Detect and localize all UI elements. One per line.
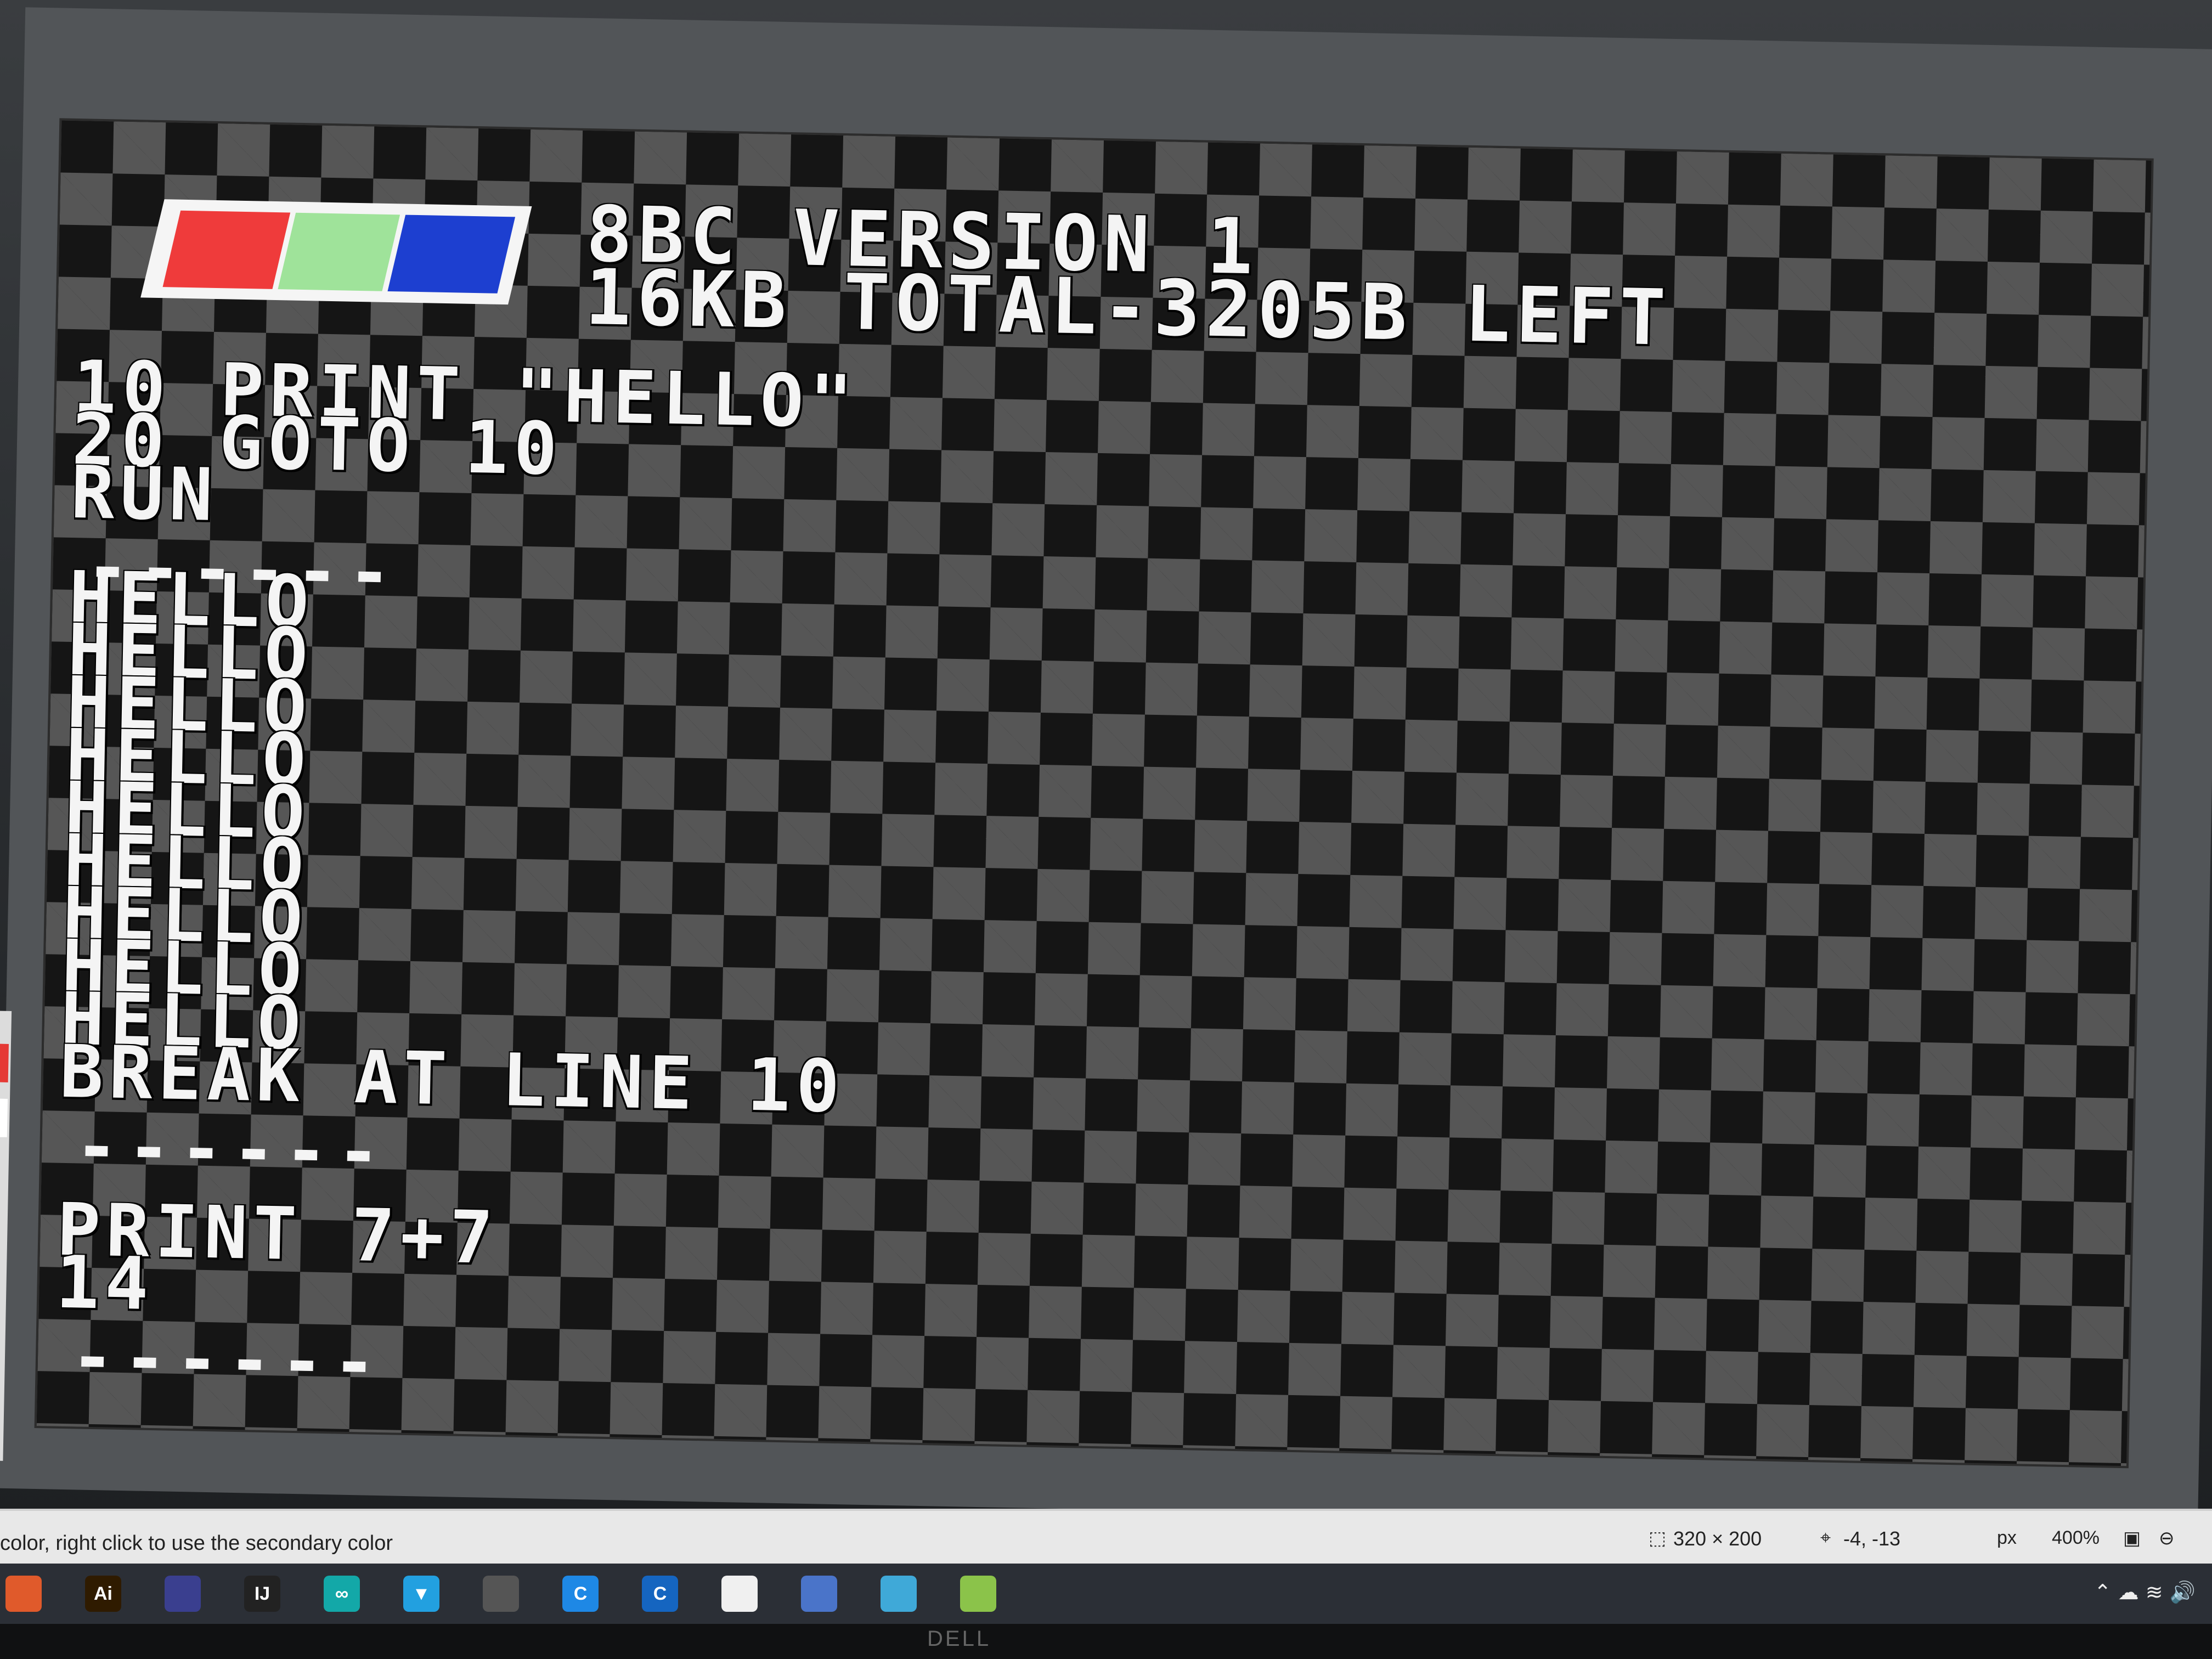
separator-text: ------ (70, 1315, 386, 1406)
monitor-brand: DELL (927, 1627, 991, 1651)
primary-color-swatch[interactable] (0, 1043, 9, 1082)
header-memory: 16KB TOTAL-3205B LEFT (584, 252, 1672, 363)
logo-green-stripe (278, 212, 400, 291)
chrome-canary-icon[interactable]: C (642, 1576, 678, 1612)
separator-text: ------ (74, 1104, 390, 1195)
cloud-icon[interactable]: ☁ (2118, 1580, 2139, 1604)
chevron-up-icon[interactable]: ⌃ (2094, 1580, 2112, 1604)
cursor-icon: ⌖ (1820, 1527, 1831, 1548)
cortana-icon[interactable]: C (562, 1576, 599, 1612)
canvas-size-icon: ⬚ (1649, 1528, 1667, 1549)
volume-icon[interactable]: 🔊 (2170, 1580, 2196, 1604)
fit-view-icon[interactable]: ▣ (2123, 1527, 2141, 1549)
cursor-position: -4, -13 (1843, 1527, 1901, 1550)
app-icon-12[interactable] (881, 1576, 917, 1612)
app-icon-10[interactable] (721, 1576, 758, 1612)
monitor-bezel (0, 1624, 2212, 1659)
canvas-size: 320 × 200 (1673, 1527, 1762, 1550)
app-icon-3[interactable] (165, 1576, 201, 1612)
logo-red-stripe (162, 210, 291, 289)
status-bar: color, right click to use the secondary … (0, 1509, 2212, 1566)
status-hint: color, right click to use the secondary … (0, 1532, 393, 1555)
inkscape-icon[interactable] (483, 1576, 519, 1612)
zoom-out-icon[interactable]: ⊖ (2159, 1527, 2175, 1549)
canvas-image[interactable]: 8BC VERSION 1 16KB TOTAL-3205B LEFT 10 P… (36, 120, 2152, 1466)
app-icon-1[interactable] (5, 1576, 42, 1612)
unit-selector[interactable]: px (1997, 1527, 2017, 1549)
rgb-logo (140, 199, 532, 305)
terminal-output: 10 PRINT "HELLO" 20 GOTO 10 RUN ------ HELLO… (54, 345, 859, 1406)
taskbar: Ai IJ ∞ ▼ C C ⌃ ☁ ≋ 🔊 (0, 1564, 2212, 1624)
secondary-color-swatch[interactable] (0, 1098, 8, 1137)
separator-text: ------ (85, 525, 401, 616)
paint-app-window: 8BC VERSION 1 16KB TOTAL-3205B LEFT 10 P… (0, 0, 2212, 1544)
notepad-icon[interactable] (960, 1576, 996, 1612)
paint-icon[interactable] (801, 1576, 837, 1612)
intellij-icon[interactable]: IJ (244, 1576, 280, 1612)
wifi-icon[interactable]: ≋ (2146, 1580, 2163, 1604)
illustrator-icon[interactable]: Ai (85, 1576, 121, 1612)
arduino-icon[interactable]: ∞ (324, 1576, 360, 1612)
canvas-workspace: 8BC VERSION 1 16KB TOTAL-3205B LEFT 10 P… (0, 7, 2212, 1531)
logo-blue-stripe (387, 215, 516, 294)
zoom-level[interactable]: 400% (2052, 1527, 2100, 1549)
system-tray[interactable]: ⌃ ☁ ≋ 🔊 (2094, 1580, 2196, 1605)
app-icon-6[interactable]: ▼ (403, 1576, 439, 1612)
